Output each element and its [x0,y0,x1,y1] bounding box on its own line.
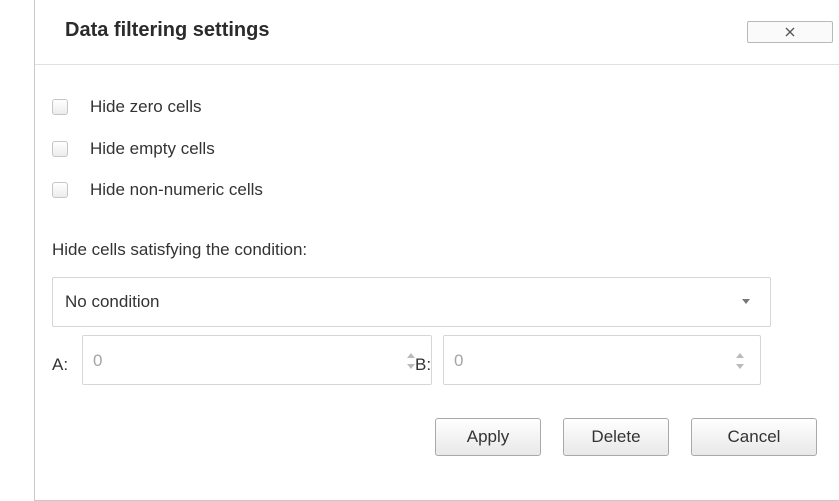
spin-up-icon[interactable] [407,353,415,358]
hide-empty-cells-label[interactable]: Hide empty cells [90,139,215,159]
option-hide-non-numeric-cells[interactable]: Hide non-numeric cells [52,178,263,202]
spin-down-icon[interactable] [407,364,415,369]
data-filtering-dialog: Data filtering settings Hide zero cells … [34,0,839,501]
condition-select[interactable]: No condition [52,277,771,327]
field-a-input[interactable]: 0 [82,335,432,385]
close-icon [785,27,795,37]
delete-button[interactable]: Delete [563,418,669,456]
spin-down-icon[interactable] [736,364,744,369]
condition-label: Hide cells satisfying the condition: [52,240,308,259]
option-hide-empty-cells[interactable]: Hide empty cells [52,137,215,161]
cancel-button[interactable]: Cancel [691,418,817,456]
field-a-value: 0 [93,351,103,370]
hide-non-numeric-cells-checkbox[interactable] [52,182,68,198]
hide-non-numeric-cells-label[interactable]: Hide non-numeric cells [90,180,263,200]
option-hide-zero-cells[interactable]: Hide zero cells [52,95,202,119]
dialog-titlebar: Data filtering settings [35,0,839,65]
condition-select-value: No condition [65,292,160,311]
spin-up-icon[interactable] [736,353,744,358]
hide-zero-cells-label[interactable]: Hide zero cells [90,97,202,117]
field-b-label: B: [415,355,432,374]
hide-empty-cells-checkbox[interactable] [52,141,68,157]
chevron-down-icon [742,299,750,304]
field-b-input[interactable]: 0 [443,335,761,385]
close-button[interactable] [747,21,833,43]
field-a-label: A: [52,355,69,374]
apply-button[interactable]: Apply [435,418,541,456]
hide-zero-cells-checkbox[interactable] [52,99,68,115]
dialog-title: Data filtering settings [65,19,270,41]
field-b-value: 0 [454,351,464,370]
